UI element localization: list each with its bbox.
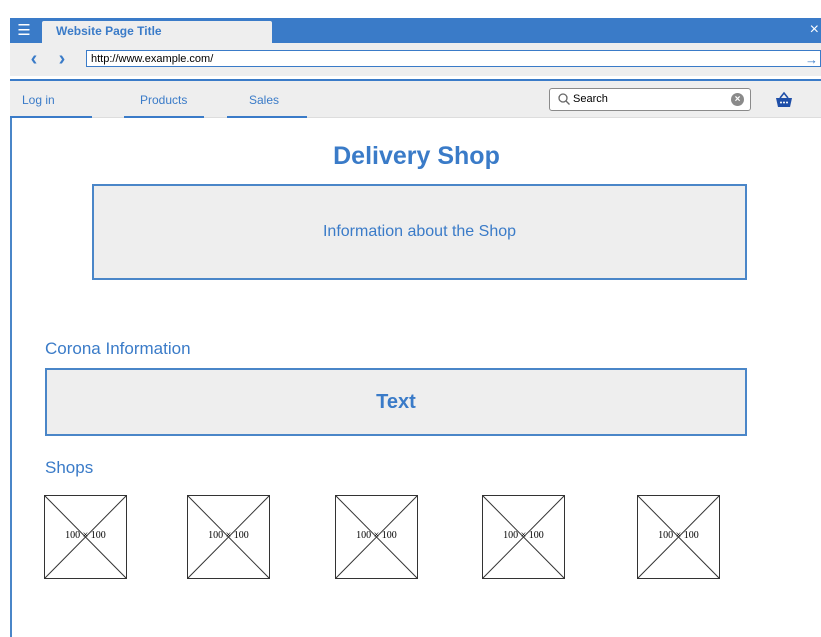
menu-icon[interactable]: ☰ [10, 18, 38, 43]
info-panel: Information about the Shop [92, 184, 747, 280]
url-input[interactable]: http://www.example.com/ → [86, 50, 821, 67]
tab-title: Website Page Title [56, 24, 162, 38]
nav-underline-products [124, 116, 204, 118]
shop-image-3[interactable]: 100 × 100 [335, 495, 418, 579]
shop-image-2[interactable]: 100 × 100 [187, 495, 270, 579]
search-input[interactable]: Search × [549, 88, 751, 111]
page-title: Delivery Shop [333, 142, 500, 170]
shop-image-label: 100 × 100 [208, 530, 249, 541]
nav-item-log-in[interactable]: Log in [22, 93, 55, 107]
corona-heading: Corona Information [45, 339, 191, 358]
browser-tab[interactable]: Website Page Title [42, 21, 272, 43]
shop-image-5[interactable]: 100 × 100 [637, 495, 720, 579]
nav-bar: Log in Products Sales Search × [10, 79, 821, 118]
url-text: http://www.example.com/ [91, 53, 214, 65]
corona-text: Text [376, 390, 416, 413]
frame-edge [10, 118, 12, 637]
search-text: Search [573, 93, 608, 105]
shop-image-label: 100 × 100 [65, 530, 106, 541]
close-icon[interactable]: × [810, 22, 819, 38]
shop-image-label: 100 × 100 [356, 530, 397, 541]
chevron-right-icon[interactable]: › [52, 49, 72, 69]
shop-image-label: 100 × 100 [658, 530, 699, 541]
nav-underline-log-in [10, 116, 92, 118]
browser-window: ☰ Website Page Title × ‹ › http://www.ex… [0, 0, 821, 637]
corona-panel: Text [45, 368, 747, 436]
address-bar: ‹ › http://www.example.com/ → [10, 43, 821, 76]
title-bar: ☰ Website Page Title × [10, 9, 821, 43]
arrow-right-icon[interactable]: → [805, 51, 818, 68]
nav-item-sales[interactable]: Sales [249, 93, 279, 107]
clear-icon[interactable]: × [731, 93, 744, 106]
nav-item-products[interactable]: Products [140, 93, 187, 107]
shop-image-4[interactable]: 100 × 100 [482, 495, 565, 579]
info-text: Information about the Shop [322, 223, 517, 240]
shop-image-1[interactable]: 100 × 100 [44, 495, 127, 579]
shops-heading: Shops [45, 458, 94, 477]
shop-image-label: 100 × 100 [503, 530, 544, 541]
search-icon [558, 93, 570, 105]
nav-underline-sales [227, 116, 307, 118]
chevron-left-icon[interactable]: ‹ [24, 49, 44, 69]
basket-icon[interactable] [775, 91, 793, 109]
